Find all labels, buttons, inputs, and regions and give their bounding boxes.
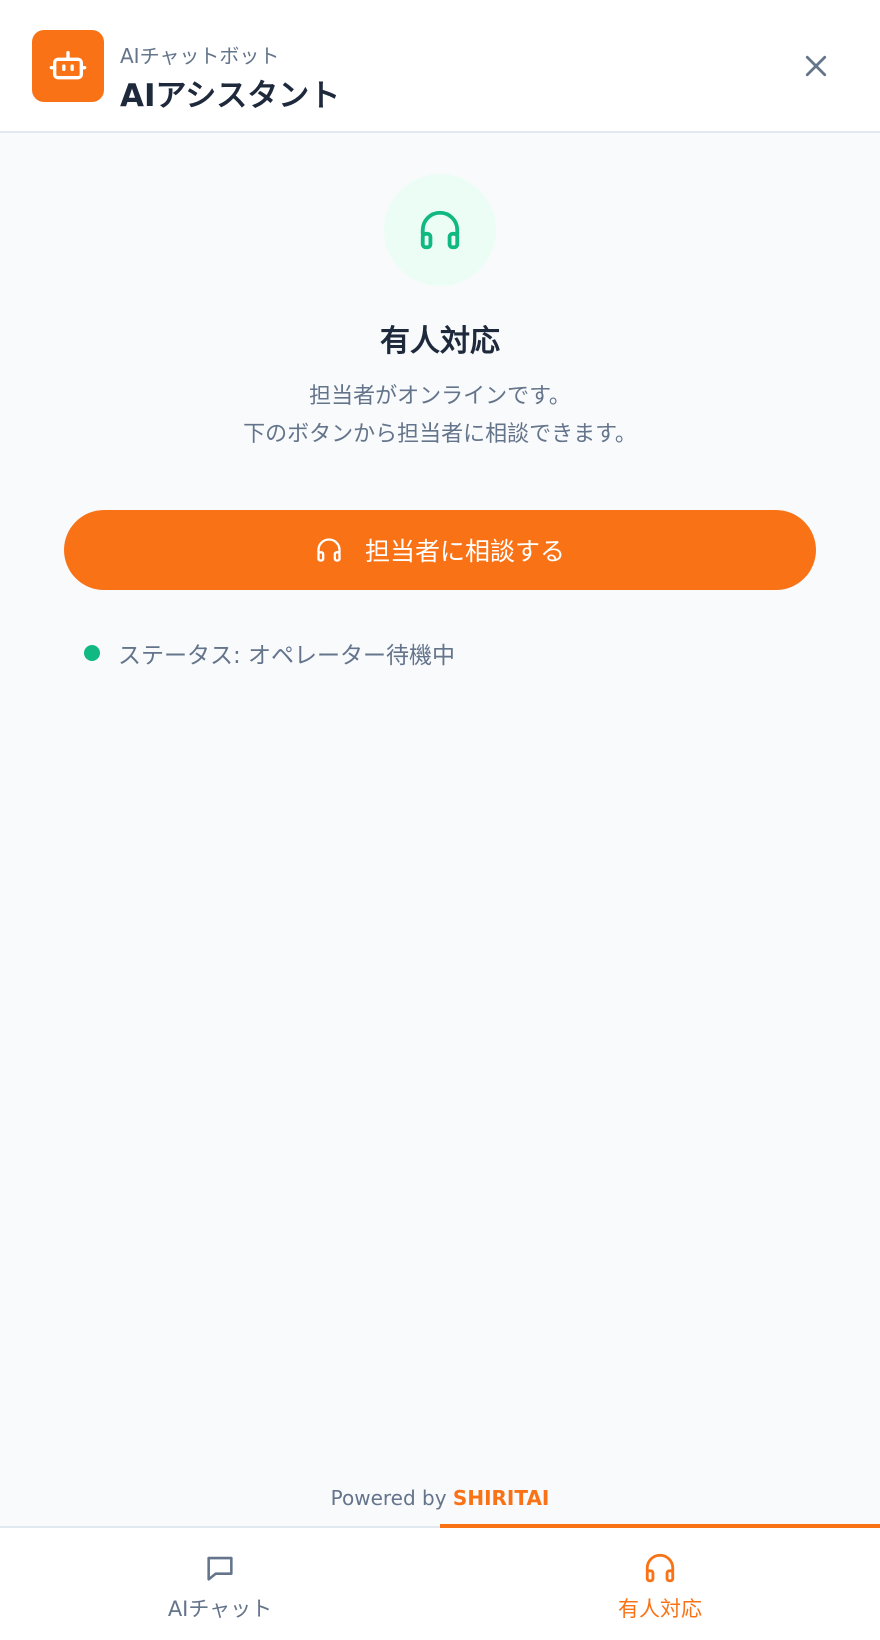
headset-icon <box>645 1553 675 1583</box>
tab-human-support[interactable]: 有人対応 <box>440 1524 880 1640</box>
status-text: ステータス: オペレーター待機中 <box>118 643 456 669</box>
header-subtitle: AIチャットボット <box>120 44 280 68</box>
header: AIチャットボット AIアシスタント <box>0 0 880 133</box>
section-title: 有人対応 <box>380 324 500 359</box>
consult-operator-button[interactable]: 担当者に相談する <box>64 510 816 590</box>
close-icon <box>805 55 827 77</box>
powered-by-prefix: Powered by <box>330 1486 447 1510</box>
description-line-2: 下のボタンから担当者に相談できます。 <box>243 422 637 447</box>
app-logo <box>32 30 104 102</box>
tab-ai-chat[interactable]: AIチャット <box>0 1528 440 1640</box>
robot-icon <box>49 51 87 80</box>
close-button[interactable] <box>796 46 836 86</box>
operator-status: ステータス: オペレーター待機中 <box>84 636 455 670</box>
header-title: AIアシスタント <box>120 78 341 114</box>
description-line-1: 担当者がオンラインです。 <box>309 384 571 409</box>
powered-by: Powered by SHIRITAI <box>0 1486 880 1510</box>
bottom-tab-bar: AIチャット 有人対応 <box>0 1524 880 1640</box>
consult-operator-label: 担当者に相談する <box>364 537 565 566</box>
hero-icon-circle <box>384 174 496 286</box>
status-online-dot <box>84 645 100 661</box>
headset-icon <box>315 536 343 564</box>
tab-human-support-label: 有人対応 <box>618 1597 702 1621</box>
headset-icon <box>420 210 460 250</box>
chat-icon <box>207 1556 233 1581</box>
powered-by-brand[interactable]: SHIRITAI <box>453 1486 549 1510</box>
tab-ai-chat-label: AIチャット <box>167 1597 273 1621</box>
